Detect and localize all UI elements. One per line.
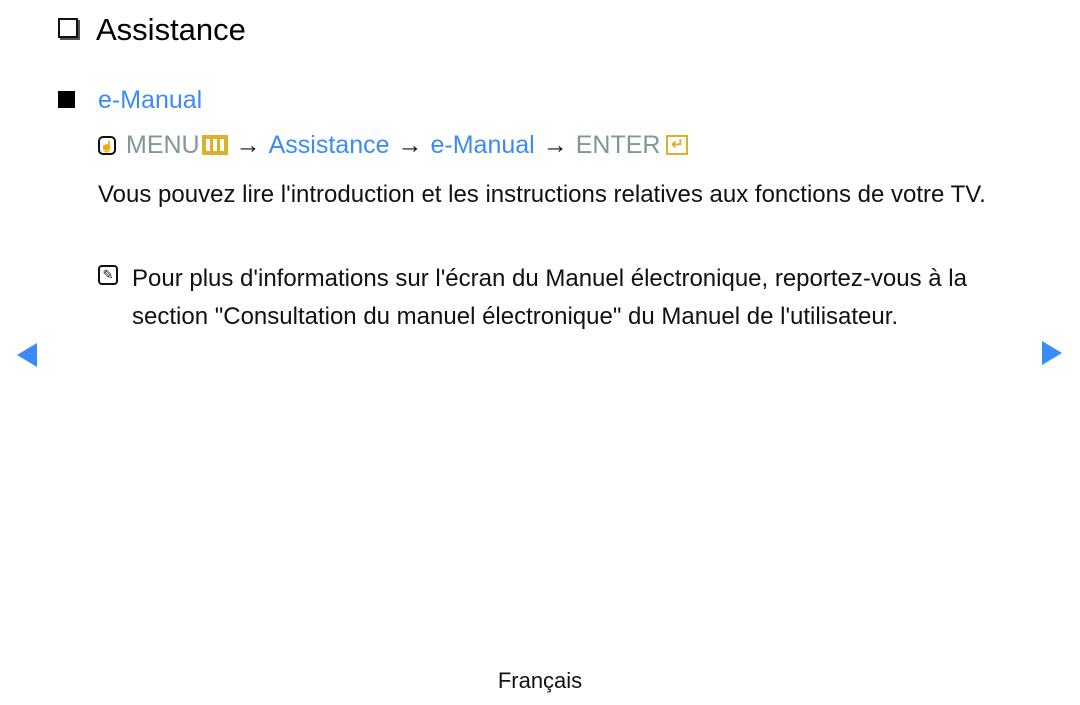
description-text: Vous pouvez lire l'introduction et les i… [98,181,986,208]
footer-language: Français [497,668,583,693]
path-step-assistance: Assistance [268,131,390,159]
page-title: Assistance [96,12,246,47]
arrow-icon: → [542,131,568,159]
previous-page-arrow-icon[interactable] [17,343,37,367]
arrow-icon: → [235,131,261,159]
menu-button-icon [201,135,228,155]
remote-button-icon: ☝ [98,135,116,155]
path-step-emanual: e-Manual [430,131,535,159]
filled-square-icon [58,91,75,108]
enter-key-label: ENTER [575,131,661,159]
arrow-icon: → [397,131,423,159]
note-text: Pour plus d'informations sur l'écran du … [132,265,967,330]
enter-button-icon: ↵ [666,135,689,155]
section-title: e-Manual [98,86,203,114]
menu-path: ☝ MENU → Assistance → e-Manual → ENTER ↵ [98,128,689,162]
checkbox-outline-icon [58,18,78,38]
menu-key-label: MENU [126,131,200,159]
next-page-arrow-icon[interactable] [1042,341,1062,365]
note-pencil-icon: ✎ [98,265,118,285]
